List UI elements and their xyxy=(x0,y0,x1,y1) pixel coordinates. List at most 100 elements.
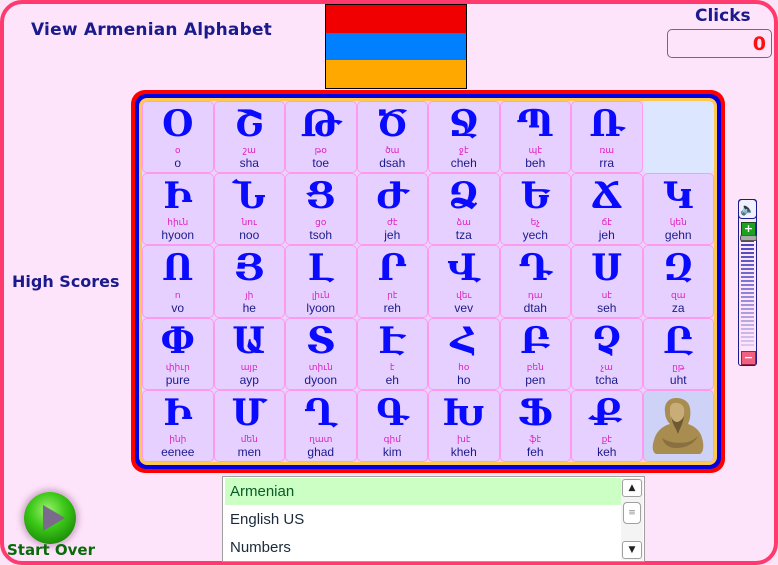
letter-name-armenian: ինի xyxy=(169,434,187,445)
list-item-numbers[interactable]: Numbers xyxy=(225,534,621,561)
scroll-thumb[interactable]: ≡ xyxy=(623,502,641,524)
letter-name-latin: za xyxy=(671,300,685,315)
letter-cell[interactable]: Իհիւն hyoon xyxy=(142,173,214,246)
list-item-armenian[interactable]: Armenian xyxy=(225,478,621,505)
letter-name-latin: jeh xyxy=(598,228,615,243)
letter-cell[interactable]: Զզա za xyxy=(642,245,714,318)
letter-cell[interactable]: Պպէ beh xyxy=(499,101,571,174)
letter-cell[interactable]: Դդա dtah xyxy=(499,245,571,318)
list-scrollbar[interactable]: ▲ ≡ ▼ xyxy=(621,478,643,560)
start-over-label[interactable]: Start Over xyxy=(7,541,95,559)
letter-cell[interactable]: Ղղատ ghad xyxy=(285,389,357,462)
letter-name-latin: tcha xyxy=(595,372,619,387)
mesrop-mashtots-portrait xyxy=(652,397,703,454)
scroll-down-button[interactable]: ▼ xyxy=(622,541,642,559)
armenian-letter: Մ xyxy=(231,391,267,434)
letter-cell[interactable]: Ծծա dsah xyxy=(356,101,428,174)
armenian-letter: Ի xyxy=(163,175,193,218)
letter-name-armenian: ըթ xyxy=(672,362,685,373)
letter-name-armenian: ո xyxy=(174,290,181,301)
letter-name-armenian: մեն xyxy=(240,434,258,445)
letter-name-armenian: ջէ xyxy=(458,146,469,157)
letter-name-latin: toe xyxy=(312,156,330,171)
letter-cell[interactable]: Վվեւ vev xyxy=(428,245,500,318)
letter-cell[interactable]: Ննու noo xyxy=(213,173,285,246)
list-item-english-us[interactable]: English US xyxy=(225,506,621,533)
armenian-letter: Գ xyxy=(376,391,409,434)
letter-name-armenian: չա xyxy=(600,362,613,373)
letter-name-armenian: եչ xyxy=(530,218,540,229)
armenian-letter: Ց xyxy=(305,175,336,218)
letter-cell[interactable]: Թթօ toe xyxy=(285,101,357,174)
letter-cell[interactable]: Մմեն men xyxy=(213,389,285,462)
letter-name-latin: reh xyxy=(383,300,401,315)
page-title: View Armenian Alphabet xyxy=(31,20,272,40)
armenian-letter: Ե xyxy=(520,175,551,218)
volume-down-button[interactable]: − xyxy=(741,351,756,365)
letter-name-latin: noo xyxy=(239,228,260,243)
letter-cell[interactable]: Ոո vo xyxy=(142,245,214,318)
letter-name-armenian: քէ xyxy=(601,434,612,445)
letter-name-latin: gehn xyxy=(664,228,692,243)
volume-slider-handle[interactable] xyxy=(740,235,757,241)
letter-name-latin: tsoh xyxy=(309,228,333,243)
letter-cell[interactable]: Ճճէ jeh xyxy=(571,173,643,246)
speaker-icon[interactable]: 🔈 xyxy=(738,199,757,219)
letter-cell[interactable]: Եեչ yech xyxy=(499,173,571,246)
letter-cell[interactable]: Փփիւր pure xyxy=(142,317,214,390)
letter-name-latin: pure xyxy=(165,372,190,387)
portrait-cell[interactable] xyxy=(642,389,714,462)
armenian-letter: Է xyxy=(378,319,406,362)
scroll-up-button[interactable]: ▲ xyxy=(622,479,642,497)
letter-name-armenian: վեւ xyxy=(456,290,472,301)
letter-cell[interactable]: Րրէ reh xyxy=(356,245,428,318)
armenian-letter: Վ xyxy=(447,247,481,290)
language-list[interactable]: Armenian English US Numbers ▲ ≡ ▼ xyxy=(222,476,645,562)
volume-up-button[interactable]: + xyxy=(741,222,756,236)
letter-cell[interactable]: Գգիմ kim xyxy=(356,389,428,462)
letter-cell[interactable]: Լլիւն lyoon xyxy=(285,245,357,318)
flag-stripe-blue xyxy=(326,32,466,61)
letter-cell[interactable]: Ջջէ cheh xyxy=(428,101,500,174)
armenian-letter: Դ xyxy=(518,247,552,290)
volume-level-bars xyxy=(741,236,754,348)
letter-name-latin: vo xyxy=(171,300,185,315)
letter-cell[interactable]: Էէ eh xyxy=(356,317,428,390)
letter-cell[interactable]: Աայբ ayp xyxy=(213,317,285,390)
letter-cell[interactable]: Սսէ seh xyxy=(571,245,643,318)
armenian-letter: Բ xyxy=(520,319,551,362)
letter-name-latin: keh xyxy=(597,444,617,459)
letter-cell[interactable]: Քքէ keh xyxy=(571,389,643,462)
letter-cell[interactable]: Ռռա rra xyxy=(571,101,643,174)
flag-stripe-red xyxy=(326,5,466,33)
letter-cell[interactable]: Ֆֆէ feh xyxy=(499,389,571,462)
high-scores-button[interactable]: High Scores xyxy=(12,272,120,291)
letter-name-latin: ayp xyxy=(239,372,259,387)
letter-cell[interactable]: Կկեն gehn xyxy=(642,173,714,246)
letter-cell[interactable]: Յյի he xyxy=(213,245,285,318)
letter-name-armenian: ռա xyxy=(599,146,615,157)
armenian-letter: Ծ xyxy=(376,103,409,145)
letter-cell[interactable]: Հհօ ho xyxy=(428,317,500,390)
armenian-letter: Յ xyxy=(234,247,265,290)
letter-cell[interactable]: Ըըթ uht xyxy=(642,317,714,390)
letter-cell[interactable]: Իինի eenee xyxy=(142,389,214,462)
letter-cell[interactable]: Խխէ kheh xyxy=(428,389,500,462)
letter-cell[interactable]: Տտիւն dyoon xyxy=(285,317,357,390)
letter-name-armenian: պէ xyxy=(528,146,542,157)
letter-cell[interactable]: Ժժէ jeh xyxy=(356,173,428,246)
armenian-letter: Ռ xyxy=(589,103,625,145)
letter-cell[interactable]: Օօo xyxy=(142,101,214,174)
letter-cell[interactable]: Բբեն pen xyxy=(499,317,571,390)
letter-name-latin: eenee xyxy=(161,444,195,459)
armenian-letter: Լ xyxy=(307,247,334,290)
alphabet-board: Օօ o Շշա sha Թթօ toe Ծծա dsah Ջջէ cheh Պպէ beh Ռռա rr… xyxy=(131,90,725,473)
armenian-letter: Փ xyxy=(160,319,195,362)
letter-cell[interactable]: Չչա tcha xyxy=(571,317,643,390)
letter-cell[interactable]: Ձձա tza xyxy=(428,173,500,246)
armenian-letter: Ճ xyxy=(591,175,623,218)
letter-cell[interactable]: Ցցօ tsoh xyxy=(285,173,357,246)
letter-name-latin: tza xyxy=(455,228,472,243)
letter-cell[interactable]: Շշա sha xyxy=(213,101,285,174)
letter-name-armenian: ձա xyxy=(456,218,471,229)
